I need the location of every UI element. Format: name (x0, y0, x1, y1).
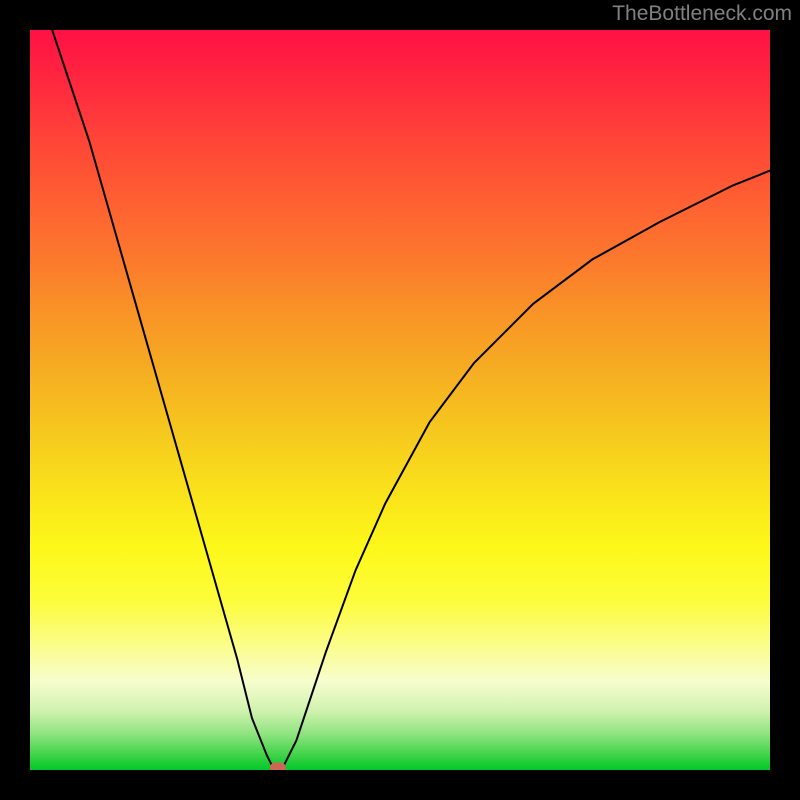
chart-svg (30, 30, 770, 770)
right-branch-curve (282, 171, 770, 770)
left-branch-curve (52, 30, 274, 770)
chart-container: TheBottleneck.com (0, 0, 800, 800)
watermark-text: TheBottleneck.com (612, 2, 792, 26)
optimal-point-marker (270, 763, 286, 771)
